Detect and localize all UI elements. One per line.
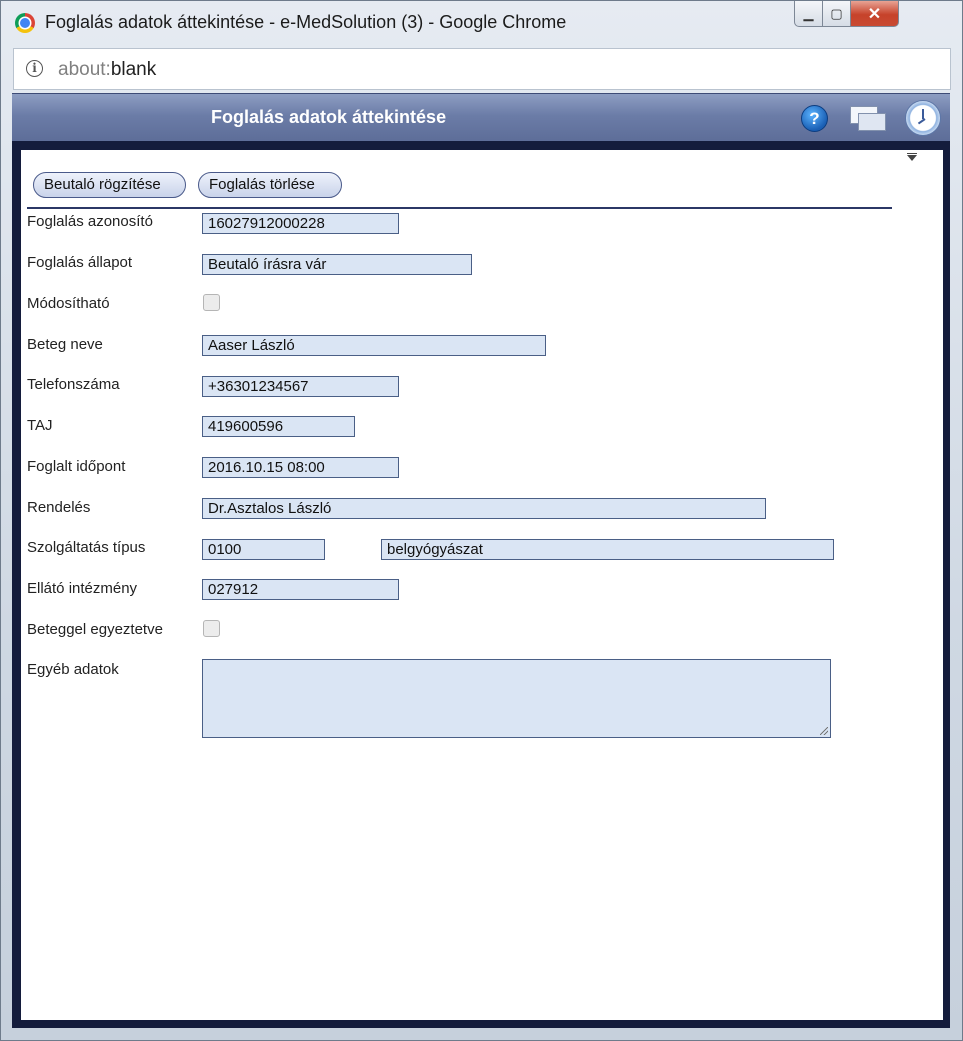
booking-status-label: Foglalás állapot bbox=[27, 254, 133, 271]
delete-booking-button[interactable]: Foglalás törlése bbox=[198, 172, 342, 198]
modifiable-label: Módosítható bbox=[27, 295, 110, 312]
window-title: Foglalás adatok áttekintése - e-MedSolut… bbox=[45, 12, 567, 32]
close-button[interactable]: ✕ bbox=[851, 1, 899, 27]
help-icon[interactable]: ? bbox=[801, 105, 828, 132]
window-titlebar[interactable]: Foglalás adatok áttekintése - e-MedSolut… bbox=[1, 1, 962, 45]
phone-field[interactable]: +36301234567 bbox=[202, 376, 399, 397]
patient-name-label: Beteg neve bbox=[27, 336, 103, 353]
referral-record-button[interactable]: Beutaló rögzítése bbox=[33, 172, 186, 198]
institution-label: Ellátó intézmény bbox=[27, 580, 138, 597]
window-shape-front bbox=[858, 113, 886, 131]
patient-name-field[interactable]: Aaser László bbox=[202, 335, 546, 356]
url-path: blank bbox=[110, 59, 157, 80]
header-divider bbox=[12, 141, 950, 150]
phone-label: Telefonszáma bbox=[27, 376, 120, 393]
clock-icon[interactable] bbox=[905, 100, 941, 136]
windows-icon[interactable] bbox=[850, 106, 888, 132]
service-type-name-field[interactable]: belgyógyászat bbox=[381, 539, 834, 560]
scroll-down-arrow-icon[interactable] bbox=[907, 153, 917, 161]
other-data-textarea[interactable] bbox=[202, 659, 831, 738]
address-bar[interactable]: i about:blank bbox=[13, 48, 951, 90]
modifiable-checkbox[interactable] bbox=[203, 294, 220, 311]
minimize-button[interactable]: ▁ bbox=[794, 1, 823, 27]
service-type-code-field[interactable]: 0100 bbox=[202, 539, 325, 560]
clinic-field[interactable]: Dr.Asztalos László bbox=[202, 498, 766, 519]
agreed-with-patient-checkbox[interactable] bbox=[203, 620, 220, 637]
agreed-with-patient-label: Beteggel egyeztetve bbox=[27, 621, 163, 638]
url-text[interactable]: about:blank bbox=[58, 59, 156, 81]
booked-time-label: Foglalt időpont bbox=[27, 458, 126, 475]
maximize-button[interactable]: ▢ bbox=[823, 1, 851, 27]
booking-status-field[interactable]: Beutaló írásra vár bbox=[202, 254, 472, 275]
institution-field[interactable]: 027912 bbox=[202, 579, 399, 600]
taj-field[interactable]: 419600596 bbox=[202, 416, 355, 437]
page-title: Foglalás adatok áttekintése bbox=[211, 107, 447, 127]
chrome-icon bbox=[15, 13, 35, 33]
booked-time-field[interactable]: 2016.10.15 08:00 bbox=[202, 457, 399, 478]
toolbar-divider bbox=[27, 207, 892, 209]
url-scheme: about: bbox=[58, 59, 111, 80]
taj-label: TAJ bbox=[27, 417, 53, 434]
window-controls: ▁ ▢ ✕ bbox=[794, 1, 899, 31]
booking-id-field[interactable]: 16027912000228 bbox=[202, 213, 399, 234]
booking-details-panel: Beutaló rögzítése Foglalás törlése Fogla… bbox=[21, 150, 943, 1020]
info-icon[interactable]: i bbox=[26, 60, 43, 77]
app-header: Foglalás adatok áttekintése ? bbox=[12, 93, 950, 142]
service-type-label: Szolgáltatás típus bbox=[27, 539, 146, 556]
clinic-label: Rendelés bbox=[27, 499, 91, 516]
other-data-label: Egyéb adatok bbox=[27, 661, 119, 678]
booking-id-label: Foglalás azonosító bbox=[27, 213, 153, 230]
